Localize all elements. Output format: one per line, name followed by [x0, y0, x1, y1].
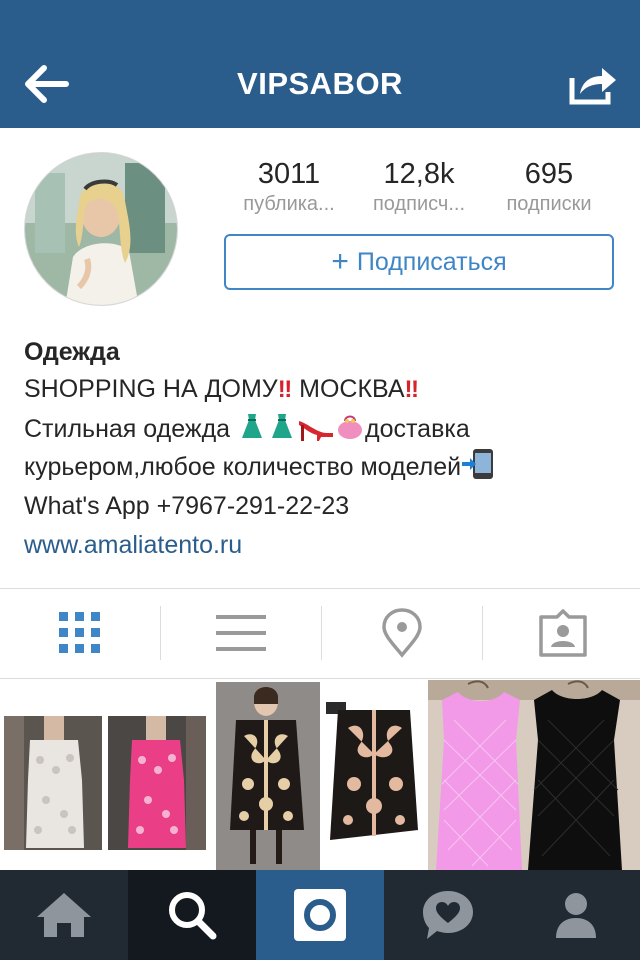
share-icon [569, 68, 616, 105]
location-pin-icon [382, 608, 422, 658]
bio-line-2-text: Стильная одежда [24, 414, 238, 443]
bio-line-2: Стильная одежда доставка [24, 410, 624, 449]
stat-posts-label: публика... [243, 193, 335, 215]
avatar-photo [25, 153, 177, 305]
stat-followers-label: подписч... [372, 193, 466, 215]
double-exclamation-icon: ‼ [277, 376, 293, 403]
plus-icon: + [331, 245, 349, 278]
purse-icon [335, 415, 365, 443]
search-icon [169, 892, 217, 940]
stat-followers-value: 12,8k [383, 158, 455, 190]
nav-home[interactable] [0, 870, 128, 960]
stat-posts[interactable]: 3011 публика... [224, 156, 354, 216]
top-nav-bar: VIPSABOR [0, 0, 640, 128]
high-heel-icon [297, 415, 335, 443]
tab-tagged-view[interactable] [483, 588, 640, 678]
photo-embroidered-coat [214, 680, 426, 870]
profile-icon [556, 893, 596, 938]
tab-list-view[interactable] [161, 588, 321, 678]
view-tabs [0, 588, 640, 678]
nav-camera[interactable] [256, 870, 384, 960]
stat-following[interactable]: 695 подписки [484, 156, 614, 216]
tab-grid-view[interactable] [0, 588, 160, 678]
tagged-photos-icon [539, 609, 587, 657]
share-button[interactable] [568, 62, 618, 106]
double-exclamation-icon: ‼ [404, 376, 420, 403]
stat-posts-value: 3011 [257, 158, 321, 190]
stat-followers[interactable]: 12,8k подписч... [354, 156, 484, 216]
profile-bio: Одежда SHOPPING НА ДОМУ‼ МОСКВА‼ Стильна… [24, 334, 624, 565]
nav-search[interactable] [128, 870, 256, 960]
grid-icon [59, 612, 100, 653]
bio-line-3-text: курьером,любое количество моделей [24, 453, 462, 481]
dress-icon [267, 413, 297, 443]
nav-profile[interactable] [512, 870, 640, 960]
bio-line-1-city: МОСКВА [292, 375, 405, 403]
activity-heart-icon [423, 891, 473, 939]
page-title: VIPSABOR [237, 66, 403, 101]
nav-activity[interactable] [384, 870, 512, 960]
bio-line-4: What's App +7967-291-22-23 [24, 491, 350, 520]
photo-grid [0, 680, 640, 870]
profile-avatar[interactable] [24, 152, 178, 306]
mobile-phone-arrow-icon [461, 449, 495, 481]
tab-map-view[interactable] [322, 588, 482, 678]
photo-knit-tops [428, 680, 640, 870]
bio-line-1-text: SHOPPING НА ДОМУ [24, 375, 278, 403]
grid-photo[interactable] [0, 680, 212, 870]
stat-following-value: 695 [524, 158, 574, 190]
follow-button-label: Подписаться [356, 247, 507, 276]
dress-icon [237, 413, 267, 443]
bio-line-1: SHOPPING НА ДОМУ‼ МОСКВА‼ [24, 370, 624, 410]
photo-lace-dresses [0, 680, 212, 870]
profile-name: Одежда [24, 338, 120, 366]
stat-following-label: подписки [506, 193, 592, 215]
profile-stats: 3011 публика... 12,8k подписч... 695 под… [224, 156, 614, 216]
follow-button[interactable]: + Подписаться [224, 234, 614, 290]
bio-line-2-delivery: доставка [365, 414, 470, 443]
home-icon [37, 893, 91, 937]
grid-photo[interactable] [428, 680, 640, 870]
profile-website-link[interactable]: www.amaliatento.ru [24, 525, 624, 565]
bio-line-3: курьером,любое количество моделей [24, 448, 624, 487]
grid-photo[interactable] [214, 680, 426, 870]
divider [0, 678, 640, 679]
list-icon [216, 615, 266, 651]
camera-icon [294, 889, 346, 941]
bottom-tab-bar [0, 870, 640, 960]
